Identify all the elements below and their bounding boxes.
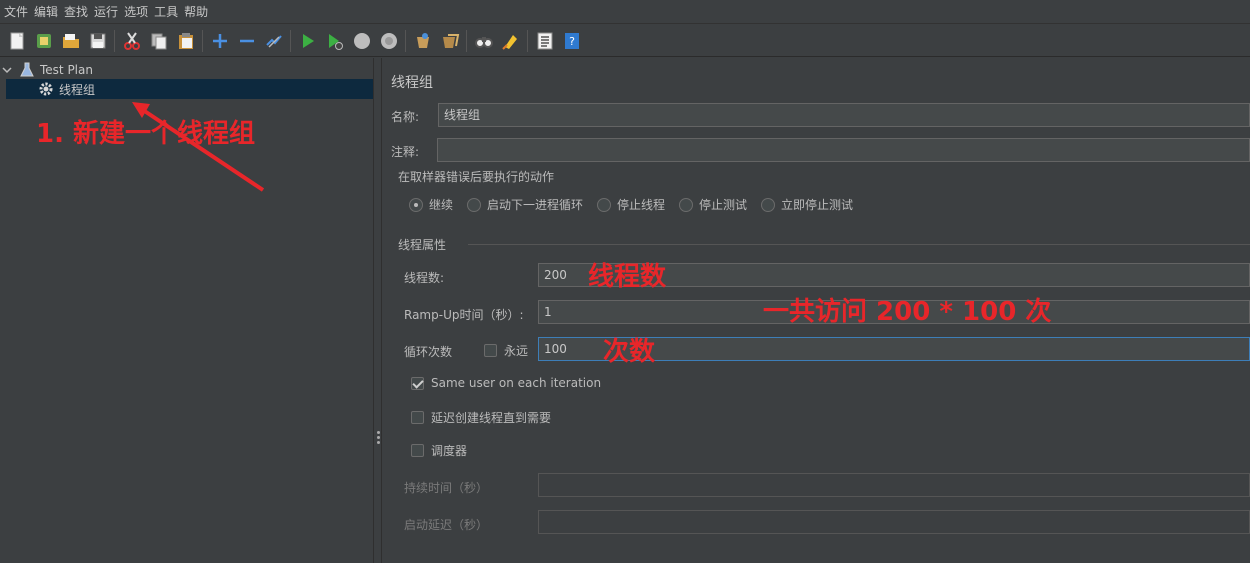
split-pane-divider[interactable]	[373, 58, 382, 563]
clear-icon[interactable]	[412, 30, 434, 52]
radio-icon	[597, 197, 611, 212]
menu-tools[interactable]: 工具	[151, 0, 181, 24]
toolbar-separator	[114, 29, 115, 52]
radio-start-next-loop[interactable]: 启动下一进程循环	[467, 196, 583, 213]
error-action-group-title: 在取样器错误后要执行的动作	[398, 170, 555, 184]
thread-props-group-title: 线程属性	[398, 238, 447, 252]
radio-icon	[467, 197, 481, 212]
tree-item-label: 线程组	[59, 82, 96, 97]
forever-checkbox[interactable]: 永远	[484, 342, 528, 359]
reset-search-icon[interactable]	[500, 30, 522, 52]
clear-all-icon[interactable]	[439, 30, 461, 52]
toggle-icon[interactable]	[263, 30, 285, 52]
duration-label: 持续时间（秒）	[404, 481, 489, 495]
radio-selected-icon	[409, 197, 423, 212]
save-icon[interactable]	[87, 30, 109, 52]
toolbar: ?	[0, 25, 1250, 57]
tree-item-thread-group[interactable]: 线程组	[6, 79, 373, 99]
function-helper-icon[interactable]	[534, 30, 556, 52]
radio-icon	[761, 197, 775, 212]
checkbox-icon	[411, 444, 424, 457]
startup-delay-label: 启动延迟（秒）	[404, 518, 489, 532]
annotation-new-thread-group: 1. 新建一个线程组	[36, 119, 256, 149]
annotation-threads: 线程数	[588, 262, 667, 292]
checkbox-checked-icon	[411, 376, 424, 390]
radio-stop-thread[interactable]: 停止线程	[597, 196, 665, 213]
radio-icon	[679, 197, 693, 212]
comment-label: 注释:	[391, 145, 420, 159]
menu-edit[interactable]: 编辑	[31, 0, 61, 24]
radio-stop-test-now[interactable]: 立即停止测试	[761, 196, 853, 213]
rampup-label: Ramp-Up时间（秒）:	[404, 308, 524, 322]
toolbar-separator	[466, 29, 467, 52]
gear-icon	[39, 82, 53, 96]
checkbox-icon	[411, 411, 424, 424]
start-no-pause-icon[interactable]	[324, 30, 346, 52]
threads-label: 线程数:	[404, 271, 445, 285]
page-title: 线程组	[391, 75, 433, 91]
flask-icon	[20, 62, 34, 77]
tree-item-label: Test Plan	[40, 63, 93, 77]
copy-icon[interactable]	[148, 30, 170, 52]
help-icon[interactable]: ?	[561, 30, 583, 52]
toolbar-separator	[290, 29, 291, 52]
paste-icon[interactable]	[175, 30, 197, 52]
svg-text:?: ?	[569, 35, 575, 48]
toolbar-separator	[405, 29, 406, 52]
loop-count-label: 循环次数	[404, 345, 453, 359]
menu-search[interactable]: 查找	[61, 0, 91, 24]
toolbar-separator	[202, 29, 203, 52]
delay-create-checkbox[interactable]: 延迟创建线程直到需要	[411, 409, 551, 426]
drag-handle-icon[interactable]	[377, 431, 380, 445]
annotation-total-requests: 一共访问 200 * 100 次	[763, 297, 1052, 327]
radio-stop-test[interactable]: 停止测试	[679, 196, 747, 213]
annotation-loops: 次数	[603, 337, 656, 367]
menu-run[interactable]: 运行	[91, 0, 121, 24]
stop-icon[interactable]	[351, 30, 373, 52]
templates-icon[interactable]	[33, 30, 55, 52]
name-field[interactable]: 线程组	[438, 103, 1250, 127]
name-label: 名称:	[391, 110, 420, 124]
menu-options[interactable]: 选项	[121, 0, 151, 24]
group-divider	[468, 244, 1250, 245]
shutdown-icon[interactable]	[378, 30, 400, 52]
same-user-checkbox[interactable]: Same user on each iteration	[411, 376, 601, 390]
start-icon[interactable]	[297, 30, 319, 52]
checkbox-icon	[484, 344, 497, 357]
comment-field[interactable]	[437, 138, 1250, 162]
tree-item-test-plan[interactable]: Test Plan	[20, 60, 220, 80]
cut-icon[interactable]	[121, 30, 143, 52]
new-icon[interactable]	[6, 30, 28, 52]
menu-help[interactable]: 帮助	[181, 0, 211, 24]
menu-file[interactable]: 文件	[1, 0, 31, 24]
startup-delay-field[interactable]	[538, 510, 1250, 534]
duration-field[interactable]	[538, 473, 1250, 497]
scheduler-checkbox[interactable]: 调度器	[411, 442, 467, 459]
toolbar-separator	[527, 29, 528, 52]
collapse-icon[interactable]	[236, 30, 258, 52]
radio-continue[interactable]: 继续	[409, 196, 453, 213]
open-icon[interactable]	[60, 30, 82, 52]
search-icon[interactable]	[473, 30, 495, 52]
expand-icon[interactable]	[209, 30, 231, 52]
menu-bar: 文件 编辑 查找 运行 选项 工具 帮助	[0, 0, 1250, 24]
chevron-down-icon[interactable]	[2, 65, 12, 75]
